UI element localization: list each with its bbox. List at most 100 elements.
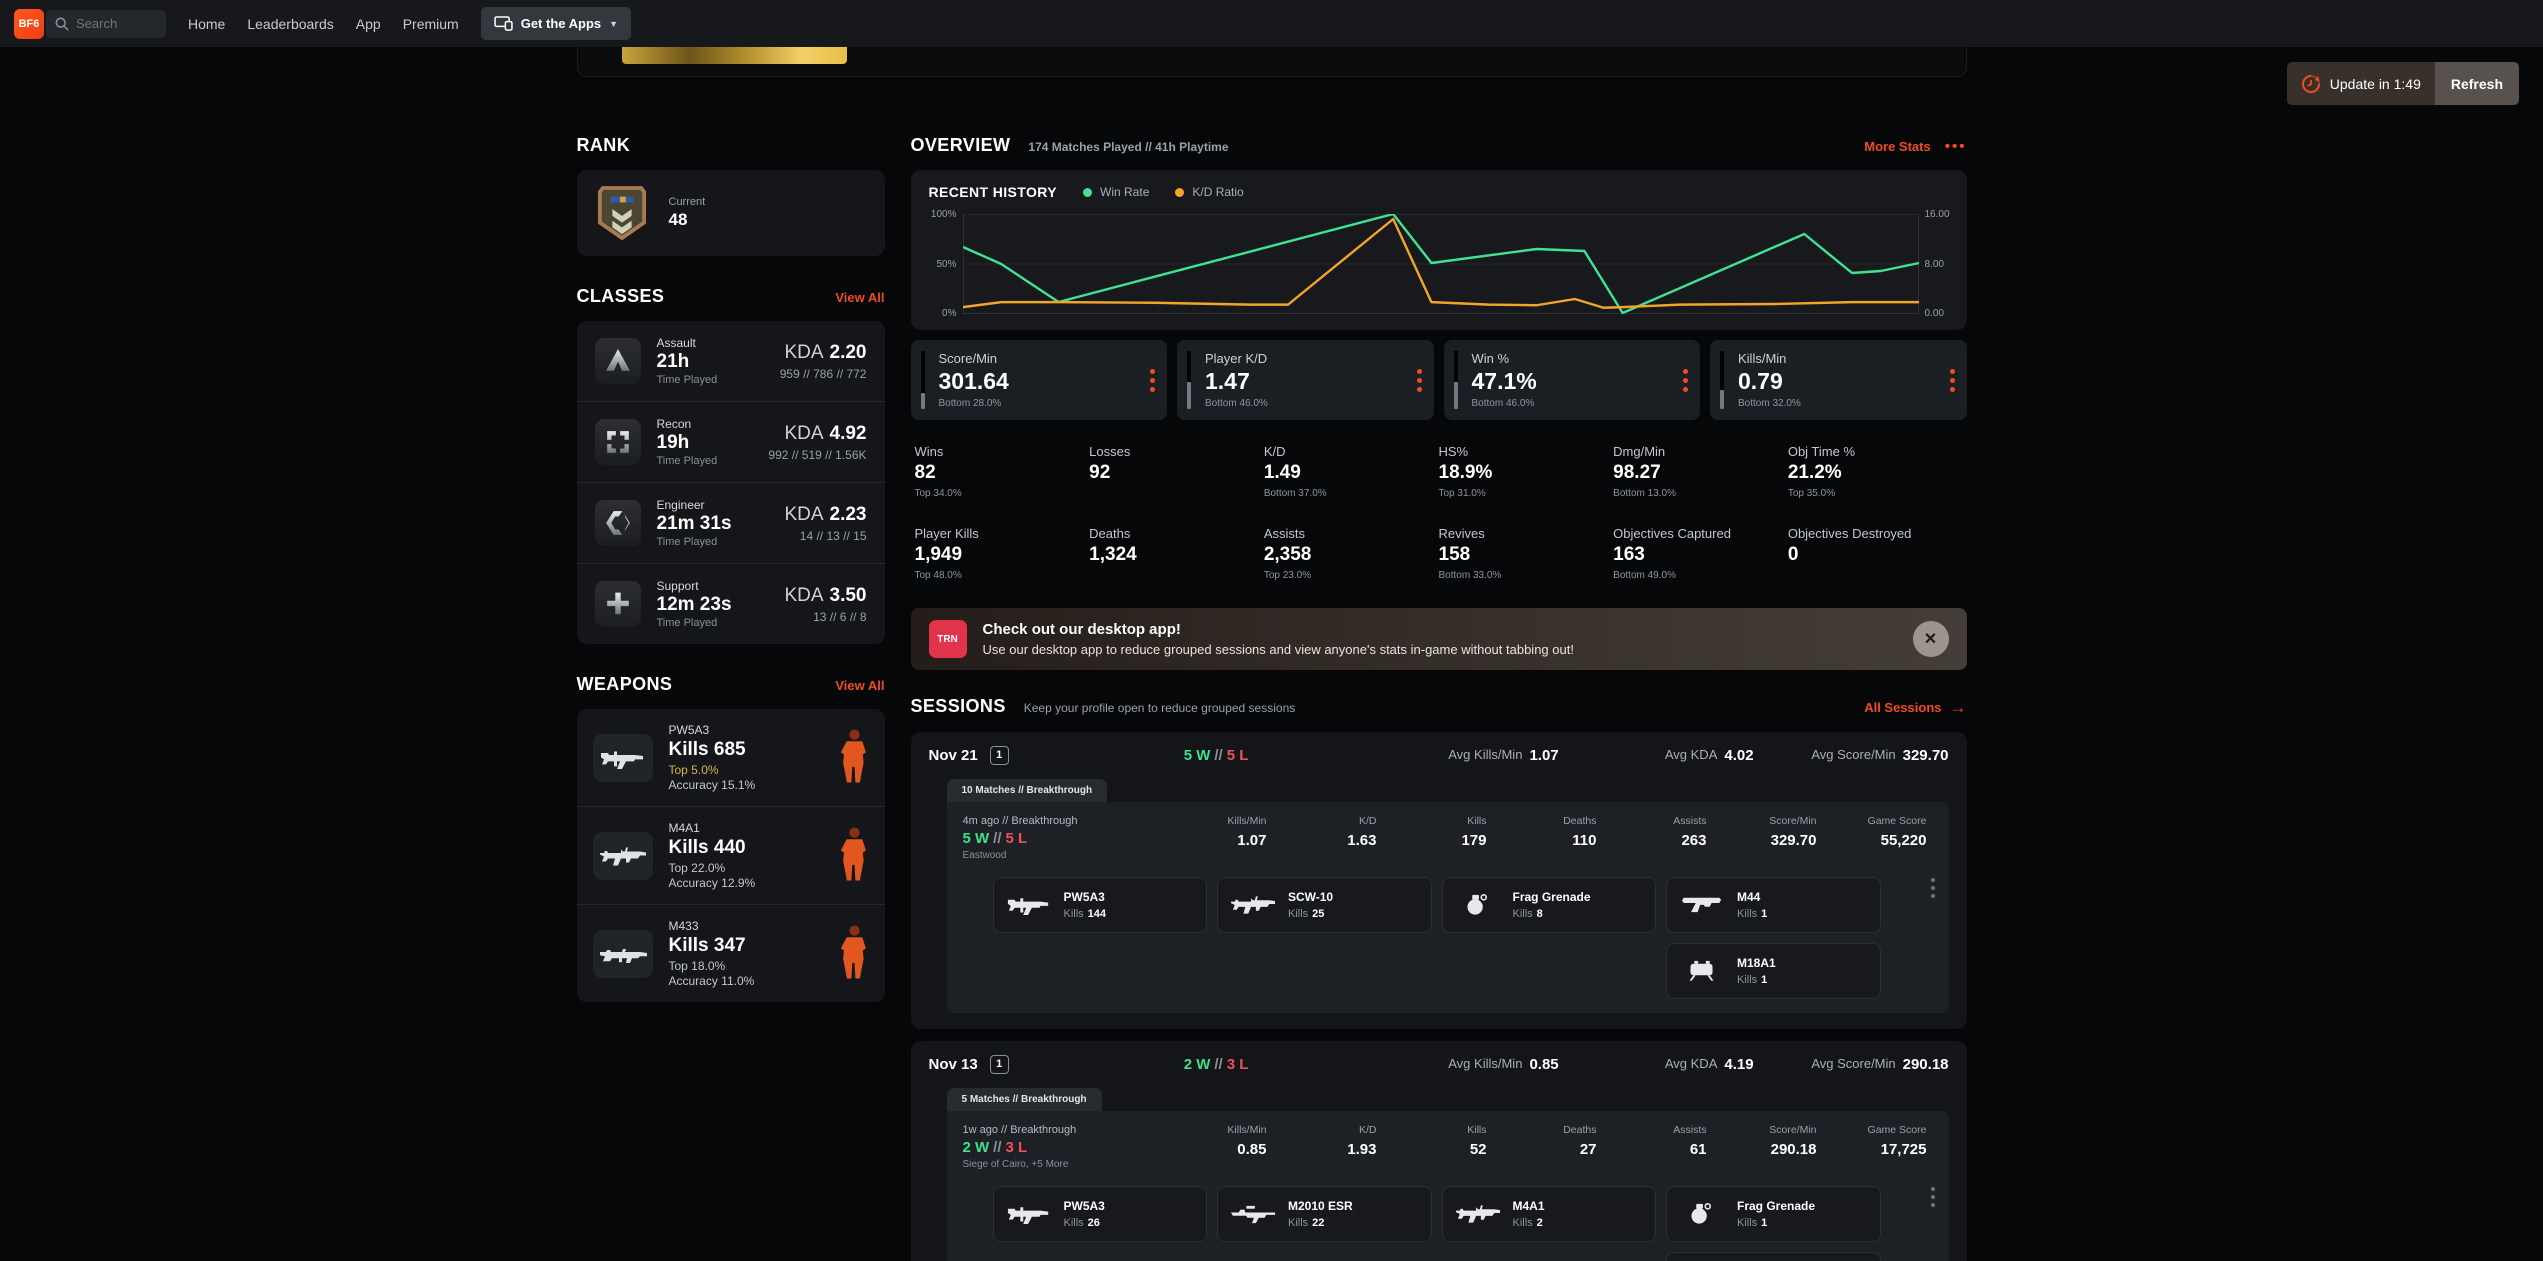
stat-card-menu-icon[interactable]	[1417, 369, 1422, 392]
stat-label: Player K/D	[1205, 351, 1268, 366]
weapon-pill[interactable]: M44Kills1	[1666, 877, 1881, 933]
overview-stat-cell: Wins82Top 34.0%	[915, 444, 1090, 500]
match-group-menu-icon[interactable]	[1931, 878, 1935, 898]
match-stat: Score/Min290.18	[1713, 1124, 1823, 1170]
weapon-pill[interactable]: PW5A3Kills144	[993, 877, 1208, 933]
stat-card-kills-min[interactable]: Kills/Min 0.79 Bottom 32.0%	[1710, 340, 1967, 420]
session-header[interactable]: Nov 13 1 2 W//3 L Avg Kills/Min0.85 Avg …	[929, 1055, 1949, 1074]
weapon-row[interactable]: M4A1 Kills 440 Top 22.0% Accuracy 12.9%	[577, 806, 885, 904]
match-group-tab[interactable]: 5 Matches // Breakthrough	[947, 1088, 1102, 1111]
stat-percentile: Bottom 49.0%	[1613, 570, 1788, 582]
percentile-gauge	[1454, 351, 1458, 409]
weapon-pill[interactable]: M2010 ESRKills22	[1217, 1186, 1432, 1242]
session-card: Nov 21 1 5 W//5 L Avg Kills/Min1.07 Avg …	[911, 732, 1967, 1029]
class-row-support[interactable]: Support 12m 23s Time Played KDA3.50 13 /…	[577, 563, 885, 644]
refresh-button[interactable]: Refresh	[2435, 62, 2519, 105]
overview-stat-cell: Deaths1,324	[1089, 526, 1264, 582]
weapon-pill[interactable]: SCW-10Kills25	[1217, 877, 1432, 933]
weapon-name: PW5A3	[1064, 890, 1107, 904]
match-group-card[interactable]: 1w ago // Breakthrough 2 W//3 L Siege of…	[947, 1111, 1949, 1261]
kda-value: 3.50	[830, 585, 867, 606]
legend-win-rate: Win Rate	[1083, 185, 1149, 199]
kda-detail: 959 // 786 // 772	[780, 367, 867, 381]
more-stats-menu-icon[interactable]: •••	[1945, 138, 1967, 155]
stat-card-menu-icon[interactable]	[1683, 369, 1688, 392]
classes-card: Assault 21h Time Played KDA2.20 959 // 7…	[577, 321, 885, 644]
nav-item-premium[interactable]: Premium	[403, 16, 459, 32]
overview-stat-cell: Assists2,358Top 23.0%	[1264, 526, 1439, 582]
class-row-assault[interactable]: Assault 21h Time Played KDA2.20 959 // 7…	[577, 321, 885, 401]
weapons-view-all-link[interactable]: View All	[835, 678, 884, 693]
class-row-recon[interactable]: Recon 19h Time Played KDA4.92 992 // 519…	[577, 401, 885, 482]
classes-view-all-link[interactable]: View All	[835, 290, 884, 305]
stat-percentile: Bottom 32.0%	[1738, 398, 1801, 409]
match-group-card[interactable]: 4m ago // Breakthrough 5 W//5 L Eastwood…	[947, 802, 1949, 1013]
stat-percentile: Bottom 37.0%	[1264, 488, 1439, 500]
weapon-row[interactable]: PW5A3 Kills 685 Top 5.0% Accuracy 15.1%	[577, 709, 885, 806]
weapon-name: M4A1	[669, 821, 756, 835]
recon-class-icon	[605, 429, 631, 455]
match-group-tab[interactable]: 10 Matches // Breakthrough	[947, 779, 1108, 802]
weapon-accuracy: Accuracy 12.9%	[669, 876, 756, 890]
weapon-icon	[1006, 893, 1052, 916]
kda-detail: 13 // 6 // 8	[784, 610, 866, 624]
class-row-engineer[interactable]: Engineer 21m 31s Time Played KDA2.23 14 …	[577, 482, 885, 563]
assault-class-icon	[605, 348, 631, 374]
weapon-name: M44	[1737, 890, 1767, 904]
stat-value: 82	[915, 462, 1090, 484]
kda-detail: 14 // 13 // 15	[784, 529, 866, 543]
stat-card-player-kd[interactable]: Player K/D 1.47 Bottom 46.0%	[1177, 340, 1434, 420]
weapon-name: PW5A3	[1064, 1199, 1105, 1213]
session-header[interactable]: Nov 21 1 5 W//5 L Avg Kills/Min1.07 Avg …	[929, 746, 1949, 765]
match-maps: Eastwood	[963, 850, 1163, 861]
stat-card-win-pct[interactable]: Win % 47.1% Bottom 46.0%	[1444, 340, 1701, 420]
search-input[interactable]	[76, 16, 156, 31]
stat-percentile: Top 35.0%	[1788, 488, 1963, 500]
stat-card-score-min[interactable]: Score/Min 301.64 Bottom 28.0%	[911, 340, 1168, 420]
match-stat: Kills/Min0.85	[1163, 1124, 1273, 1170]
stat-card-menu-icon[interactable]	[1150, 369, 1155, 392]
right-axis-tick: 16.00	[1919, 209, 1950, 220]
weapon-kills: Kills1	[1737, 1217, 1815, 1229]
nav-item-app[interactable]: App	[356, 16, 381, 32]
bf6-logo[interactable]: BF6	[14, 9, 44, 39]
weapon-pill[interactable]: Frag Grenade Kills1	[1666, 1186, 1881, 1242]
stat-value: 163	[1613, 544, 1788, 566]
refresh-timer-icon	[2301, 74, 2321, 94]
stat-label: K/D	[1264, 444, 1439, 459]
search-box[interactable]	[46, 10, 166, 38]
right-axis-tick: 0.00	[1919, 308, 1944, 319]
weapon-kills: Kills25	[1288, 908, 1333, 920]
stat-value: 2,358	[1264, 544, 1439, 566]
weapon-name: Frag Grenade	[1737, 1199, 1815, 1213]
session-avg-kills-min: Avg Kills/Min1.07	[1364, 747, 1559, 764]
weapon-name: M2010 ESR	[1288, 1199, 1353, 1213]
stat-percentile: Top 23.0%	[1264, 570, 1439, 582]
match-stat: Kills/Min1.07	[1163, 815, 1273, 861]
stat-card-menu-icon[interactable]	[1950, 369, 1955, 392]
weapon-name: M4A1	[1513, 1199, 1545, 1213]
top-navigation: BF6 Home Leaderboards App Premium Get th…	[0, 0, 2543, 47]
more-stats-link[interactable]: More Stats	[1864, 139, 1930, 154]
close-icon[interactable]: ✕	[1913, 621, 1949, 657]
session-avg-score-min: Avg Score/Min290.18	[1754, 1056, 1949, 1073]
all-sessions-link[interactable]: All Sessions→	[1864, 698, 1966, 718]
match-stat: Deaths110	[1493, 815, 1603, 861]
match-group-menu-icon[interactable]	[1931, 1187, 1935, 1207]
right-axis-tick: 8.00	[1919, 259, 1944, 270]
weapon-pill[interactable]: M18A1Kills1	[1666, 943, 1881, 999]
weapon-pill[interactable]: Frag GrenadeKills8	[1442, 877, 1657, 933]
hit-body-icon	[840, 925, 869, 983]
rank-card[interactable]: Current 48	[577, 170, 885, 256]
search-icon	[55, 17, 69, 31]
weapon-pill[interactable]: M4A1Kills2	[1442, 1186, 1657, 1242]
weapon-row[interactable]: M433 Kills 347 Top 18.0% Accuracy 11.0%	[577, 904, 885, 1002]
weapon-pill[interactable]: M18A1Kills1	[1666, 1252, 1881, 1261]
weapon-icon	[1006, 1202, 1052, 1225]
class-name: Support	[657, 579, 732, 593]
stat-label: Revives	[1439, 526, 1614, 541]
get-the-apps-button[interactable]: Get the Apps ▼	[481, 7, 631, 40]
nav-item-leaderboards[interactable]: Leaderboards	[247, 16, 333, 32]
nav-item-home[interactable]: Home	[188, 16, 225, 32]
weapon-pill[interactable]: PW5A3Kills26	[993, 1186, 1208, 1242]
